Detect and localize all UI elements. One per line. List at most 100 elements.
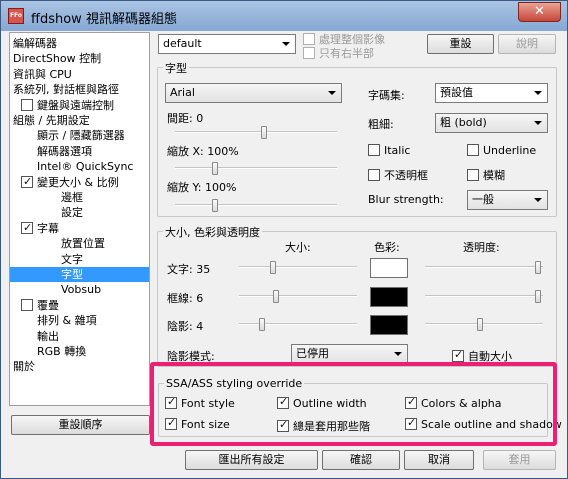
reset-button[interactable]: 重設 — [427, 34, 494, 54]
text-opacity-slider[interactable] — [425, 261, 543, 274]
slider-thumb[interactable] — [270, 261, 276, 274]
slider-thumb[interactable] — [477, 318, 483, 331]
chevron-down-icon — [534, 198, 542, 202]
tree-item[interactable]: 編解碼器 — [13, 36, 57, 51]
underline-label: Underline — [483, 144, 537, 157]
chevron-down-icon — [534, 121, 542, 125]
tree-item[interactable]: 解碼器選項 — [37, 144, 92, 159]
outline-opacity-slider[interactable] — [425, 290, 543, 303]
outline-color-swatch[interactable] — [370, 287, 408, 307]
tree-item[interactable]: 鍵盤與遠端控制 — [21, 98, 114, 113]
blur-checkbox[interactable]: 模糊 — [467, 167, 505, 183]
tree-item-label: 設定 — [61, 206, 83, 220]
spacing-slider[interactable] — [175, 126, 337, 139]
font-name-select[interactable]: Arial — [165, 83, 342, 103]
slider-thumb[interactable] — [212, 199, 218, 212]
reset-order-button[interactable]: 重設順序 — [11, 415, 150, 435]
tree-item[interactable]: 顯示 / 隱藏篩選器 — [37, 128, 125, 143]
tree-item[interactable]: 資訊與 CPU — [13, 67, 72, 82]
shadow-opacity-slider[interactable] — [425, 318, 543, 331]
tree-item-label: Vobsub — [61, 283, 102, 297]
checkbox-icon[interactable] — [21, 174, 33, 189]
tree-item[interactable]: 關於 — [13, 359, 35, 374]
scale-x-label: 縮放 X: 100% — [167, 145, 239, 158]
tree-item[interactable]: 設定 — [61, 205, 83, 220]
slider-thumb[interactable] — [212, 162, 218, 175]
checkbox-icon[interactable] — [21, 98, 33, 111]
italic-checkbox[interactable]: Italic — [368, 144, 410, 157]
slider-track — [425, 323, 543, 325]
tree-item[interactable]: Vobsub — [61, 282, 101, 297]
tree-item[interactable]: 放置位置 — [61, 236, 105, 251]
help-button[interactable]: 說明 — [498, 34, 556, 54]
opaque-box-checkbox[interactable]: 不透明框 — [368, 167, 428, 183]
shadow-color-swatch[interactable] — [370, 315, 408, 335]
highlight-box — [150, 362, 557, 446]
chevron-down-icon — [328, 91, 336, 95]
tree-item[interactable]: 字型 — [10, 267, 149, 282]
only-right-half-checkbox[interactable]: 只有右半部 — [303, 45, 374, 61]
tree-item[interactable]: DirectShow 控制 — [13, 51, 101, 66]
opaque-box-label: 不透明框 — [384, 169, 428, 182]
chevron-down-icon — [394, 352, 402, 356]
export-all-button[interactable]: 匯出所有設定 — [185, 450, 318, 470]
outline-size-label: 框線: 6 — [167, 292, 204, 305]
tree-item[interactable]: 字幕 — [21, 220, 59, 236]
blur-strength-value: 一般 — [472, 193, 494, 206]
weight-label: 粗細: — [368, 118, 394, 131]
tree-item-label: 解碼器選項 — [37, 144, 92, 158]
tree-item-label: 放置位置 — [61, 237, 105, 251]
cancel-button[interactable]: 取消 — [404, 450, 474, 470]
tree-item-label: 鍵盤與遠端控制 — [37, 98, 114, 112]
opacity-header: 透明度: — [463, 241, 500, 254]
slider-track — [175, 167, 337, 169]
tree-item[interactable]: 組態 / 先期設定 — [13, 113, 90, 128]
tree-item[interactable]: 覆疊 — [21, 298, 59, 313]
charset-select[interactable]: 預設值 — [435, 83, 548, 103]
tree-item[interactable]: 輸出 — [37, 329, 59, 344]
scale-x-slider[interactable] — [175, 162, 337, 175]
slider-thumb[interactable] — [259, 318, 265, 331]
outline-size-slider[interactable] — [239, 290, 357, 303]
tree-item[interactable]: RGB 轉換 — [37, 344, 86, 359]
text-size-slider[interactable] — [239, 261, 357, 274]
text-size-label: 文字: 35 — [167, 263, 211, 276]
slider-thumb[interactable] — [273, 290, 279, 303]
preset-select[interactable]: default — [158, 34, 296, 54]
slider-thumb[interactable] — [535, 261, 541, 274]
tree-item-label: 文字 — [61, 252, 83, 266]
tree-item[interactable]: 排列 & 雜項 — [37, 313, 97, 328]
font-name-value: Arial — [170, 86, 195, 99]
tree-item-label: RGB 轉換 — [37, 345, 87, 358]
text-color-swatch[interactable] — [370, 258, 408, 278]
tree-item[interactable]: Intel® QuickSync — [37, 159, 133, 174]
title-bar[interactable]: FFo ffdshow 視訊解碼器組態 ✕ — [1, 1, 567, 31]
ok-button[interactable]: 確認 — [322, 450, 400, 470]
ffdshow-app-icon: FFo — [8, 8, 24, 24]
checkbox-icon[interactable] — [21, 220, 33, 235]
shadow-size-slider[interactable] — [239, 318, 357, 331]
checkbox-icon[interactable] — [21, 298, 33, 311]
close-window-button[interactable]: ✕ — [518, 2, 561, 22]
slider-thumb[interactable] — [261, 126, 267, 139]
chevron-down-icon — [282, 42, 290, 46]
tree-item[interactable]: 文字 — [61, 252, 83, 267]
shadow-mode-select[interactable]: 已停用 — [291, 344, 408, 364]
settings-tree[interactable]: 編解碼器 DirectShow 控制 資訊與 CPU 系統列, 對話框與路徑 鍵盤與遠端… — [9, 32, 150, 406]
tree-item[interactable]: 變更大小 & 比例 — [21, 174, 119, 190]
scale-y-slider[interactable] — [175, 199, 337, 212]
underline-checkbox[interactable]: Underline — [467, 144, 536, 157]
scale-y-label: 縮放 Y: 100% — [167, 181, 237, 194]
tree-item[interactable]: 邊框 — [61, 190, 83, 205]
size-header: 大小: — [285, 241, 311, 254]
tree-item-label: 字型 — [61, 268, 83, 281]
weight-select[interactable]: 粗 (bold) — [435, 113, 548, 133]
slider-track — [425, 295, 543, 297]
apply-button[interactable]: 套用 — [483, 450, 556, 470]
ffdshow-config-window: FFo ffdshow 視訊解碼器組態 ✕ 編解碼器 DirectShow 控制資… — [0, 0, 568, 479]
chevron-down-icon — [534, 91, 542, 95]
tree-item-label: 邊框 — [61, 191, 83, 204]
tree-item[interactable]: 系統列, 對話框與路徑 — [13, 82, 119, 97]
slider-thumb[interactable] — [535, 290, 541, 303]
blur-strength-select[interactable]: 一般 — [467, 190, 548, 210]
